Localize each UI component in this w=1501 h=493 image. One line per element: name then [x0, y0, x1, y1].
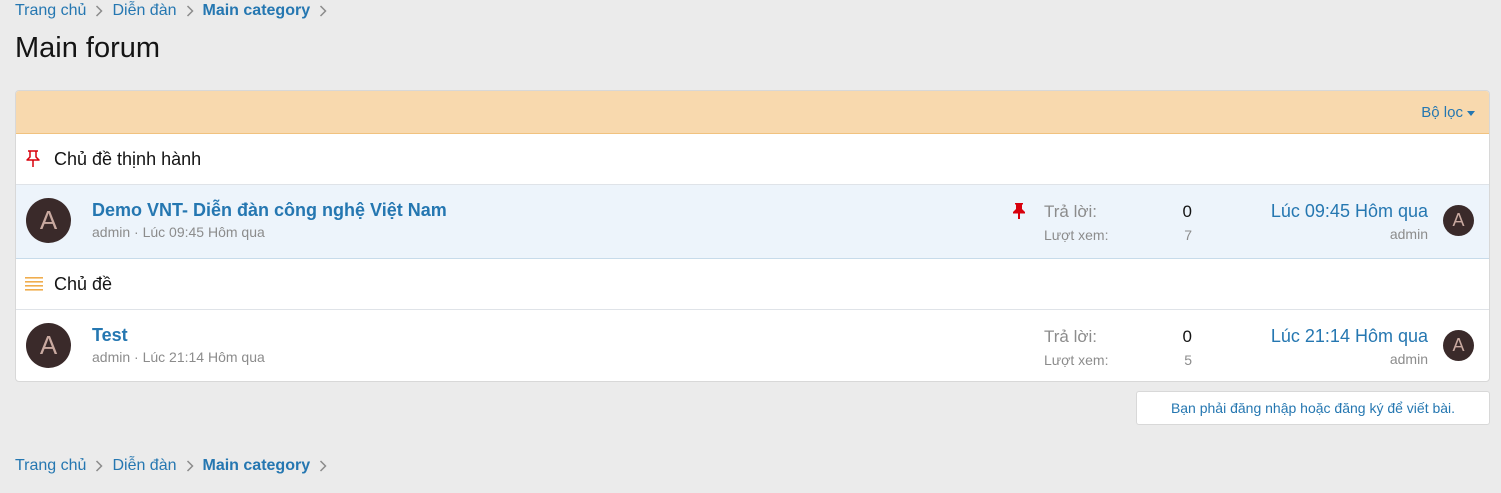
views-label: Lượt xem:	[1044, 227, 1109, 243]
sticky-threads-heading: Chủ đề thịnh hành	[16, 134, 1489, 185]
thread-start-time-link[interactable]: Lúc 21:14 Hôm qua	[143, 349, 265, 365]
thread-author-link[interactable]: admin	[92, 224, 130, 240]
breadcrumb-main-category[interactable]: Main category	[203, 457, 311, 475]
chevron-right-icon	[310, 5, 336, 17]
avatar-letter: A	[39, 330, 58, 360]
thread-list-block: Bộ lọc Chủ đề thịnh hành A Demo VNT- Diễ…	[15, 90, 1490, 382]
latest-post-user-link[interactable]: admin	[1271, 349, 1428, 369]
thread-start-time-link[interactable]: Lúc 09:45 Hôm qua	[143, 224, 265, 240]
avatar[interactable]: A	[26, 323, 71, 368]
thread-author-link[interactable]: admin	[92, 349, 130, 365]
thread-row: A Test admin · Lúc 21:14 Hôm qua Trả lời…	[16, 310, 1489, 381]
pin-outline-icon	[25, 150, 47, 168]
thread-main: Demo VNT- Diễn đàn công nghệ Việt Nam ad…	[92, 199, 447, 241]
breadcrumb-forums[interactable]: Diễn đàn	[112, 457, 176, 475]
thread-stats: Trả lời: 0 Lượt xem: 5	[1044, 326, 1192, 370]
thread-stats: Trả lời: 0 Lượt xem: 7	[1044, 201, 1192, 245]
page-title: Main forum	[15, 32, 161, 64]
thread-row-sticky: A Demo VNT- Diễn đàn công nghệ Việt Nam …	[16, 185, 1489, 258]
thread-latest: Lúc 21:14 Hôm qua admin	[1271, 325, 1428, 369]
breadcrumb-top: Trang chủ Diễn đàn Main category	[15, 0, 336, 22]
replies-count: 0	[1182, 202, 1192, 221]
filter-button[interactable]: Bộ lọc	[1421, 104, 1475, 121]
thread-latest: Lúc 09:45 Hôm qua admin	[1271, 200, 1428, 244]
thread-title-link[interactable]: Demo VNT- Diễn đàn công nghệ Việt Nam	[92, 199, 447, 221]
pin-icon	[1012, 203, 1026, 223]
chevron-right-icon	[86, 5, 112, 17]
threads-heading-label: Chủ đề	[54, 273, 113, 294]
breadcrumb-bottom: Trang chủ Diễn đàn Main category	[15, 455, 336, 477]
avatar-letter: A	[1452, 210, 1465, 230]
list-icon	[25, 276, 47, 292]
filter-label: Bộ lọc	[1421, 103, 1463, 121]
views-count: 5	[1184, 352, 1192, 368]
avatar-letter: A	[1452, 335, 1465, 355]
chevron-right-icon	[177, 5, 203, 17]
avatar-letter: A	[39, 205, 58, 235]
thread-meta: admin · Lúc 21:14 Hôm qua	[92, 348, 265, 366]
replies-label: Trả lời:	[1044, 202, 1098, 221]
sticky-heading-label: Chủ đề thịnh hành	[54, 148, 202, 169]
avatar[interactable]: A	[26, 198, 71, 243]
breadcrumb-home[interactable]: Trang chủ	[15, 2, 86, 20]
latest-avatar[interactable]: A	[1443, 205, 1474, 236]
chevron-right-icon	[310, 460, 336, 472]
meta-separator: ·	[130, 224, 143, 240]
login-notice-button[interactable]: Bạn phải đăng nhập hoặc đăng ký để viết …	[1136, 391, 1490, 425]
latest-post-time-link[interactable]: Lúc 09:45 Hôm qua	[1271, 200, 1428, 222]
replies-count: 0	[1182, 327, 1192, 346]
replies-label: Trả lời:	[1044, 327, 1098, 346]
breadcrumb-forums[interactable]: Diễn đàn	[112, 2, 176, 20]
chevron-right-icon	[177, 460, 203, 472]
thread-title-link[interactable]: Test	[92, 324, 265, 346]
views-count: 7	[1184, 227, 1192, 243]
threads-heading: Chủ đề	[16, 258, 1489, 310]
views-label: Lượt xem:	[1044, 352, 1109, 368]
breadcrumb-home[interactable]: Trang chủ	[15, 457, 86, 475]
latest-avatar[interactable]: A	[1443, 330, 1474, 361]
thread-meta: admin · Lúc 09:45 Hôm qua	[92, 223, 447, 241]
meta-separator: ·	[130, 349, 143, 365]
thread-main: Test admin · Lúc 21:14 Hôm qua	[92, 324, 265, 366]
chevron-right-icon	[86, 460, 112, 472]
latest-post-time-link[interactable]: Lúc 21:14 Hôm qua	[1271, 325, 1428, 347]
latest-post-user-link[interactable]: admin	[1271, 224, 1428, 244]
filter-bar: Bộ lọc	[16, 91, 1489, 134]
caret-down-icon	[1467, 110, 1475, 116]
breadcrumb-main-category[interactable]: Main category	[203, 2, 311, 20]
